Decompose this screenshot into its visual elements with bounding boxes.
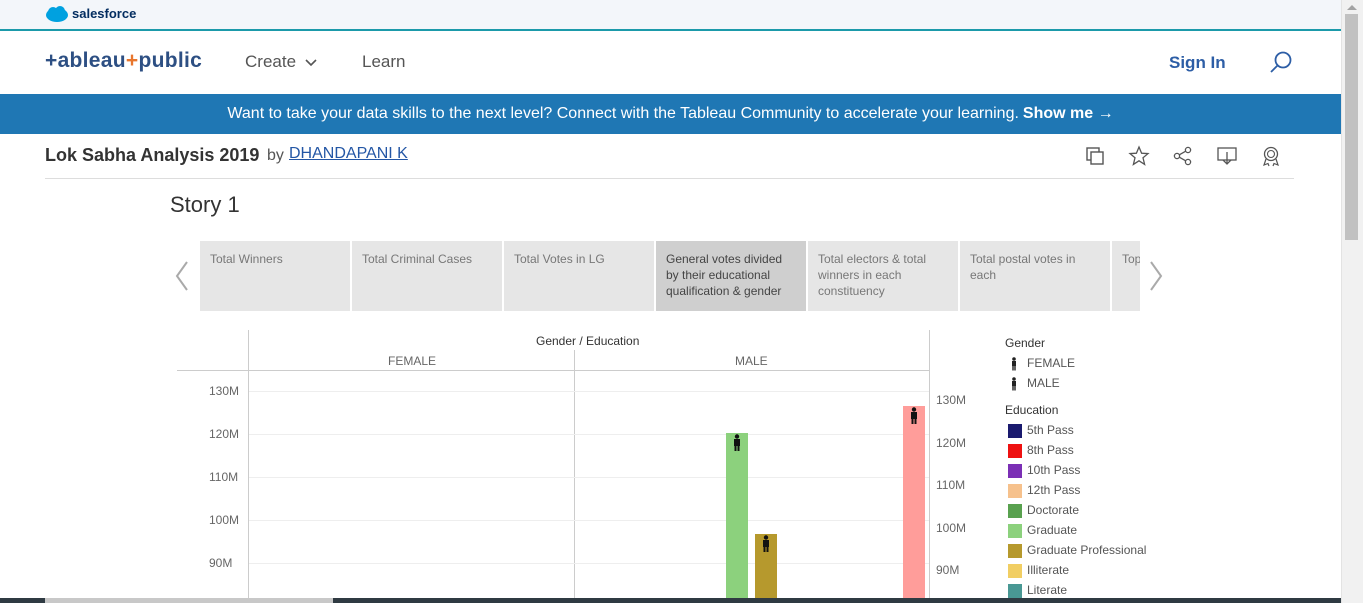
gridline <box>249 563 929 564</box>
scrollbar-thumb[interactable] <box>1345 14 1358 240</box>
right-axis-tick: 90M <box>936 563 960 577</box>
legend-swatch <box>1008 504 1022 518</box>
pane-divider-mid <box>574 350 575 598</box>
legend-education-item[interactable]: Graduate <box>1027 523 1077 537</box>
male-figure-icon <box>763 535 769 552</box>
pane-header-female: FEMALE <box>388 354 437 368</box>
legend-swatch <box>1008 584 1022 598</box>
story-point-tab[interactable]: Total postal votes in each <box>960 241 1110 311</box>
male-figure-icon <box>911 406 917 424</box>
legend-swatch <box>1008 484 1022 498</box>
community-banner: Want to take your data skills to the nex… <box>0 94 1341 134</box>
story-prev-arrow-icon[interactable] <box>173 258 191 294</box>
download-icon[interactable] <box>1216 145 1238 167</box>
scroll-up-arrow-icon[interactable] <box>1346 3 1358 11</box>
right-axis-tick: 110M <box>936 478 966 492</box>
logo-part-public: public <box>138 49 203 72</box>
left-axis-tick: 130M <box>209 384 240 398</box>
story-next-arrow-icon[interactable] <box>1147 258 1165 294</box>
logo-plus: + <box>125 49 139 72</box>
male-figure-icon <box>734 434 740 452</box>
story-point-tab[interactable]: General votes divided by their education… <box>656 241 806 311</box>
gridline <box>249 434 929 435</box>
right-axis-tick: 100M <box>936 520 967 535</box>
copy-icon[interactable] <box>1084 145 1106 167</box>
pane-header-male: MALE <box>735 354 768 368</box>
tableau-public-logo[interactable]: +ableau+public <box>45 49 202 73</box>
nav-learn-link[interactable]: Learn <box>362 52 405 72</box>
author-link[interactable]: DHANDAPANI K <box>289 145 408 163</box>
pane-divider-left <box>248 330 249 598</box>
legend-education-item[interactable]: Illiterate <box>1027 563 1069 577</box>
title-divider <box>45 178 1294 179</box>
legend-swatch <box>1008 544 1022 558</box>
male-figure-icon <box>1012 377 1016 391</box>
gridline <box>249 520 929 521</box>
legend-swatch <box>1008 444 1022 458</box>
search-icon[interactable] <box>1268 50 1294 76</box>
story-point-tab[interactable]: Total Criminal Cases <box>352 241 502 311</box>
legend-swatch <box>1008 424 1022 438</box>
story-point-tab[interactable]: Total electors & total winners in each c… <box>808 241 958 311</box>
chart-header: Gender / Education <box>536 334 640 348</box>
legend-education-item[interactable]: Doctorate <box>1027 503 1079 517</box>
legend-education-item[interactable]: Literate <box>1027 583 1067 597</box>
bar-graduate-professional[interactable] <box>755 533 777 598</box>
left-axis-tick: 90M <box>209 556 233 570</box>
legend-education-item[interactable]: 8th Pass <box>1027 443 1074 457</box>
story-point-tab[interactable]: Top <box>1112 241 1140 311</box>
legend-education-item[interactable]: 10th Pass <box>1027 463 1080 477</box>
badge-award-icon[interactable] <box>1260 145 1282 167</box>
legend-education-item[interactable]: Graduate Professional <box>1027 543 1146 557</box>
chevron-down-icon <box>305 59 317 67</box>
bottom-toolbar-segment <box>45 598 333 603</box>
salesforce-logo-text[interactable]: salesforce <box>72 6 136 21</box>
sign-in-link[interactable]: Sign In <box>1169 53 1226 73</box>
gridline <box>249 391 929 392</box>
left-axis-tick: 100M <box>209 513 240 527</box>
logo-part: +ableau <box>45 49 126 72</box>
story-point-tab[interactable]: Total Votes in LG <box>504 241 654 311</box>
banner-text: Want to take your data skills to the nex… <box>227 105 1019 122</box>
legend-gender-item[interactable]: FEMALE <box>1027 356 1075 370</box>
header-divider <box>177 370 929 371</box>
bar-graduate[interactable] <box>726 433 748 598</box>
gridline <box>249 477 929 478</box>
share-icon[interactable] <box>1172 145 1194 167</box>
legend-gender-title: Gender <box>1005 336 1046 350</box>
female-figure-icon <box>1012 357 1016 371</box>
show-me-link[interactable]: Show me → <box>1023 105 1114 123</box>
legend-gender-item[interactable]: MALE <box>1027 376 1060 390</box>
nav-create-menu[interactable]: Create <box>245 52 318 72</box>
nav-create-label: Create <box>245 52 297 71</box>
legend-education-item[interactable]: 12th Pass <box>1027 483 1080 497</box>
right-axis-tick: 120M <box>936 435 967 450</box>
legend-swatch <box>1008 564 1022 578</box>
left-axis-tick: 110M <box>209 470 239 484</box>
story-point-tab[interactable]: Total Winners <box>200 241 350 311</box>
bar-male[interactable] <box>903 405 925 598</box>
legend-swatch <box>1008 524 1022 538</box>
by-label: by <box>267 147 284 164</box>
viz-title: Lok Sabha Analysis 2019 <box>45 145 260 165</box>
legend-education-title: Education <box>1005 403 1059 417</box>
salesforce-strip <box>0 0 1341 31</box>
right-axis-tick: 130M <box>936 393 967 407</box>
legend-swatch <box>1008 464 1022 478</box>
favorite-star-icon[interactable] <box>1128 145 1150 167</box>
salesforce-cloud-icon[interactable] <box>45 6 69 23</box>
left-axis-tick: 120M <box>209 427 240 441</box>
pane-divider-right <box>929 330 930 598</box>
story-title: Story 1 <box>170 192 240 217</box>
legend-education-item[interactable]: 5th Pass <box>1027 423 1074 437</box>
